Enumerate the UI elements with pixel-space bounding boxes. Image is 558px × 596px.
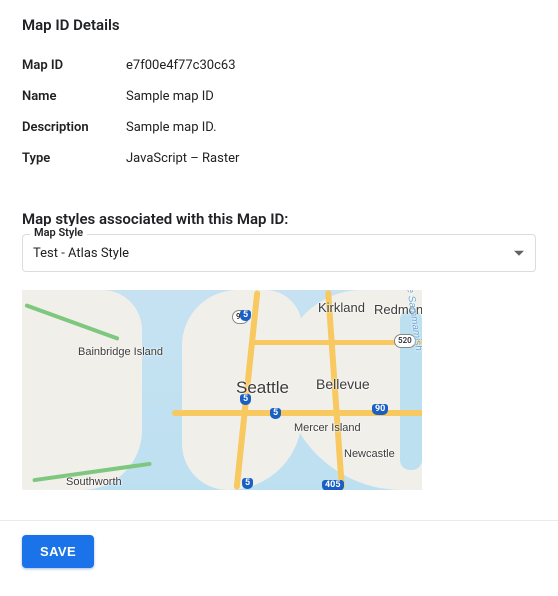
detail-label-description: Description [22,120,126,135]
map-label-bellevue: Bellevue [316,376,370,392]
route-shield-i5-d: 5 [242,478,253,489]
footer-bar: SAVE [0,520,558,590]
map-style-selected-value: Test - Atlas Style [33,246,129,261]
map-label-seattle: Seattle [236,378,289,398]
map-style-select[interactable]: Map Style Test - Atlas Style [22,234,536,272]
detail-value-type: JavaScript – Raster [126,151,536,166]
detail-value-mapid: e7f00e4f77c30c63 [126,58,536,73]
map-style-select-label: Map Style [30,226,87,239]
route-shield-i5-a: 5 [240,310,251,321]
map-label-newcastle: Newcastle [344,448,395,460]
associated-styles-heading: Map styles associated with this Map ID: [22,210,536,228]
detail-value-description: Sample map ID. [126,120,536,135]
detail-label-type: Type [22,151,126,166]
detail-value-name: Sample map ID [126,89,536,104]
save-button[interactable]: SAVE [22,535,94,568]
map-label-bainbridge: Bainbridge Island [78,346,163,358]
route-shield-i90: 90 [372,404,388,415]
detail-label-mapid: Map ID [22,58,126,73]
route-shield-i405: 405 [322,480,344,490]
map-label-southworth: Southworth [66,476,122,488]
page-title: Map ID Details [22,16,536,34]
route-shield-i5-c: 5 [270,408,281,419]
detail-row-description: Description Sample map ID. [22,112,536,143]
map-preview: 99 520 5 5 5 5 90 405 Seattle Bellevue K… [22,290,422,490]
map-label-kirkland: Kirkland [318,300,365,315]
detail-row-name: Name Sample map ID [22,81,536,112]
detail-label-name: Name [22,89,126,104]
caret-down-icon [514,251,524,256]
detail-row-type: Type JavaScript – Raster [22,143,536,174]
detail-row-mapid: Map ID e7f00e4f77c30c63 [22,50,536,81]
map-label-mercer: Mercer Island [294,422,361,434]
